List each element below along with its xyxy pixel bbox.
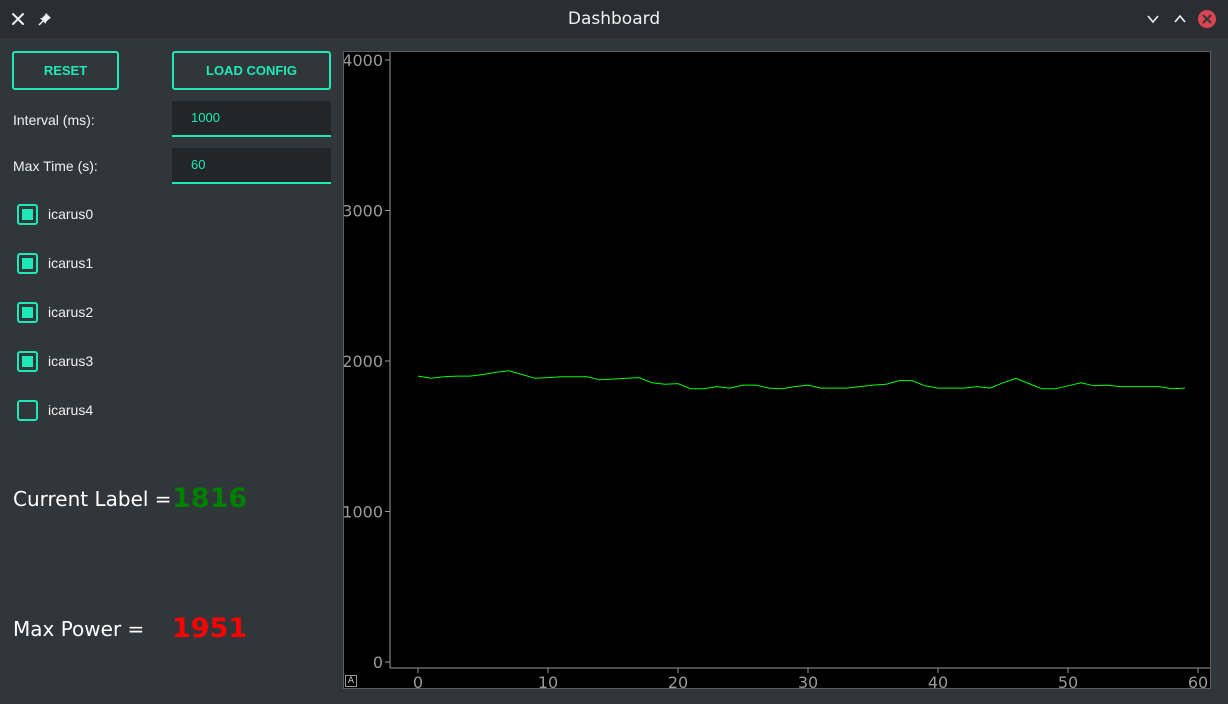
checkbox[interactable] [17, 350, 38, 372]
checkbox-check [22, 355, 33, 367]
device-checkbox-icarus4[interactable]: icarus4 [17, 399, 93, 421]
title-bar: Dashboard [0, 0, 1228, 38]
y-tick-label: 2000 [344, 352, 383, 371]
x-tick-label: 20 [668, 673, 688, 688]
max-time-input[interactable]: 60 [172, 148, 331, 184]
x-tick-label: 50 [1058, 673, 1078, 688]
power-plot-svg: 0 1000 2000 3000 4000 0 10 20 30 40 50 60 [344, 52, 1210, 688]
device-label: icarus1 [48, 255, 94, 271]
chevron-down-icon[interactable] [1143, 9, 1163, 29]
device-label: icarus0 [48, 206, 94, 222]
power-plot[interactable]: 0 1000 2000 3000 4000 0 10 20 30 40 50 60 [343, 51, 1211, 689]
y-tick-label: 1000 [344, 503, 383, 522]
x-tick-label: 0 [413, 673, 423, 688]
device-label: icarus3 [48, 353, 94, 369]
device-label: icarus4 [48, 402, 94, 418]
device-label: icarus2 [48, 304, 94, 320]
max-power-caption: Max Power = [13, 617, 145, 641]
y-tick-label: 0 [373, 653, 383, 672]
checkbox[interactable] [17, 252, 38, 274]
interval-label: Interval (ms): [13, 112, 95, 128]
series-line [417, 370, 1186, 390]
device-checkbox-icarus2[interactable]: icarus2 [17, 301, 93, 323]
checkbox[interactable] [17, 399, 38, 421]
checkbox-check [22, 257, 33, 269]
auto-range-button[interactable]: A [345, 675, 357, 687]
window-title: Dashboard [567, 9, 661, 29]
interval-input[interactable]: 1000 [172, 101, 331, 137]
checkbox-check [22, 208, 33, 220]
checkbox-check [22, 306, 33, 318]
device-checkbox-icarus0[interactable]: icarus0 [17, 203, 93, 225]
checkbox[interactable] [17, 203, 38, 225]
device-checkbox-icarus3[interactable]: icarus3 [17, 350, 93, 372]
chevron-up-icon[interactable] [1170, 9, 1190, 29]
max-time-label: Max Time (s): [13, 158, 98, 174]
device-checkbox-icarus1[interactable]: icarus1 [17, 252, 93, 274]
current-label-caption: Current Label = [13, 487, 172, 511]
y-tick-label: 3000 [344, 202, 383, 221]
reset-button[interactable]: RESET [12, 51, 119, 90]
x-tick-label: 10 [538, 673, 558, 688]
close-circle-icon[interactable] [1197, 9, 1217, 29]
max-power-value: 1951 [172, 613, 248, 644]
y-tick-label: 4000 [344, 52, 383, 70]
current-label-value: 1816 [172, 483, 248, 514]
load-config-button[interactable]: LOAD CONFIG [172, 51, 331, 90]
x-tick-label: 60 [1188, 673, 1208, 688]
checkbox[interactable] [17, 301, 38, 323]
x-tick-label: 40 [928, 673, 948, 688]
x-tick-label: 30 [798, 673, 818, 688]
